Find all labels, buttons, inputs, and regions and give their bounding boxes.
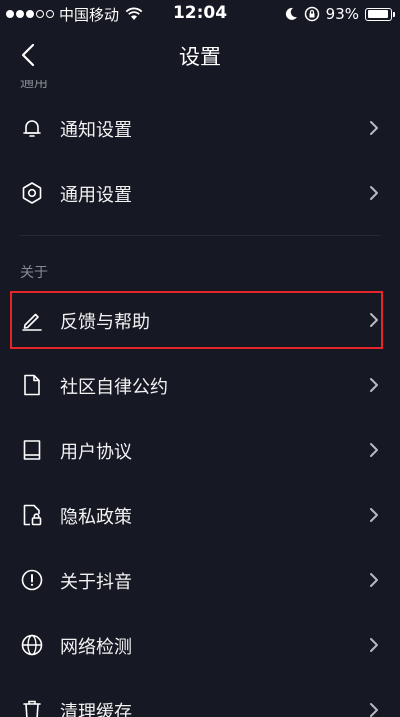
settings-item-general[interactable]: 通用设置 bbox=[0, 161, 400, 226]
section-label-about: 关于 bbox=[20, 265, 48, 281]
globe-icon bbox=[21, 634, 43, 656]
chevron-right-icon bbox=[370, 313, 378, 327]
chevron-right-icon bbox=[370, 121, 378, 135]
nav-bar: 设置 bbox=[0, 28, 400, 80]
chevron-right-icon bbox=[370, 443, 378, 457]
chevron-right-icon bbox=[370, 638, 378, 652]
info-icon bbox=[21, 569, 43, 591]
privacy-lock-icon bbox=[23, 504, 42, 526]
settings-item-label: 通用设置 bbox=[60, 185, 132, 206]
section-divider bbox=[20, 235, 380, 236]
settings-screen: 中国移动 12:04 93% 设置 通用 通知设置 通用设置 关于 反馈与帮助 … bbox=[0, 0, 400, 717]
page-title: 设置 bbox=[179, 45, 221, 69]
status-bar-right: 93% bbox=[284, 4, 395, 24]
book-icon bbox=[23, 440, 41, 460]
settings-item-label: 用户协议 bbox=[60, 442, 132, 463]
settings-item-privacy-policy[interactable]: 隐私政策 bbox=[0, 483, 400, 548]
gear-icon bbox=[22, 182, 42, 204]
settings-item-label: 网络检测 bbox=[60, 637, 132, 658]
chevron-right-icon bbox=[370, 378, 378, 392]
rotation-lock-icon bbox=[304, 6, 319, 22]
settings-item-feedback-help[interactable]: 反馈与帮助 bbox=[0, 288, 400, 353]
settings-item-label: 通知设置 bbox=[60, 120, 132, 141]
chevron-right-icon bbox=[370, 186, 378, 200]
settings-item-label: 关于抖音 bbox=[60, 572, 132, 593]
settings-item-label: 反馈与帮助 bbox=[60, 312, 150, 333]
settings-item-clear-cache[interactable]: 清理缓存 bbox=[0, 678, 400, 717]
moon-icon bbox=[285, 7, 297, 20]
battery-level bbox=[367, 10, 388, 18]
document-icon bbox=[24, 374, 40, 396]
chevron-right-icon bbox=[370, 508, 378, 522]
settings-item-about-douyin[interactable]: 关于抖音 bbox=[0, 548, 400, 613]
bell-icon bbox=[23, 120, 41, 137]
settings-item-label: 社区自律公约 bbox=[60, 377, 168, 398]
settings-item-notifications[interactable]: 通知设置 bbox=[0, 96, 400, 161]
settings-item-network-check[interactable]: 网络检测 bbox=[0, 613, 400, 678]
settings-item-user-agreement[interactable]: 用户协议 bbox=[0, 418, 400, 483]
battery-percentage: 93% bbox=[325, 5, 359, 23]
settings-list[interactable]: 通用 通知设置 通用设置 关于 反馈与帮助 社区自律公约 用户协议 隐私政策 关… bbox=[0, 80, 400, 717]
settings-item-community-guidelines[interactable]: 社区自律公约 bbox=[0, 353, 400, 418]
battery-icon bbox=[365, 7, 395, 21]
pencil-icon bbox=[22, 313, 42, 331]
trash-icon bbox=[23, 700, 41, 717]
status-bar: 中国移动 12:04 93% bbox=[0, 0, 400, 28]
settings-item-label: 清理缓存 bbox=[60, 702, 132, 717]
settings-item-label: 隐私政策 bbox=[60, 507, 132, 528]
chevron-right-icon bbox=[370, 703, 378, 717]
section-label-general: 通用 bbox=[20, 80, 48, 91]
chevron-right-icon bbox=[370, 573, 378, 587]
